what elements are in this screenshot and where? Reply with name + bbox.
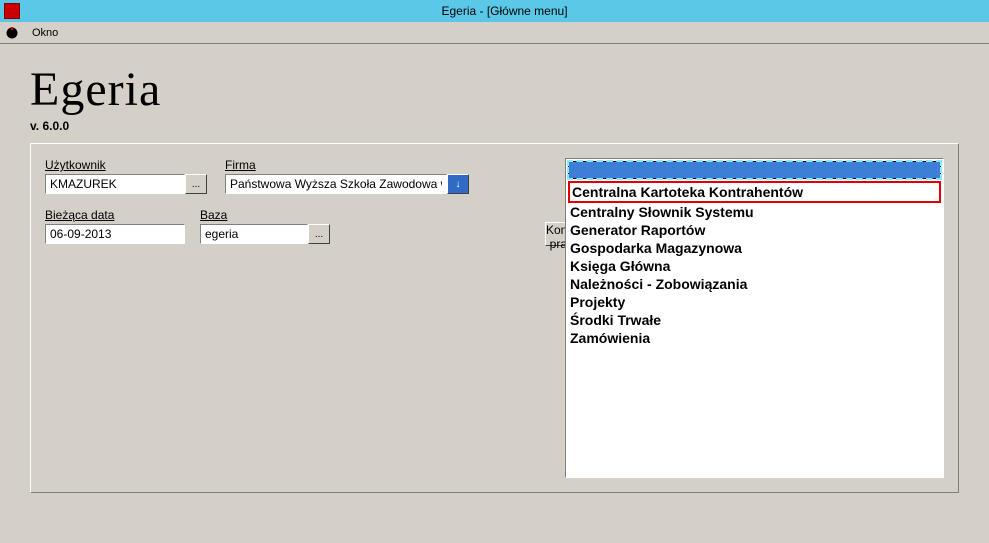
app-logo: Egeria [30,62,959,117]
date-input[interactable] [45,224,185,244]
menu-okno[interactable]: Okno [24,25,66,41]
app-icon [4,3,20,19]
db-label: Baza [200,208,330,222]
module-item[interactable]: Środki Trwałe [566,311,943,329]
left-column: Użytkownik ... Firma ↓ Bieżąca data [45,158,565,478]
module-item[interactable]: Zamówienia [566,329,943,347]
company-dropdown-button[interactable]: ↓ [447,174,469,194]
module-item[interactable]: Centralny Słownik Systemu [566,203,943,221]
user-label: Użytkownik [45,158,210,172]
module-item[interactable]: Projekty [566,293,943,311]
module-item[interactable]: Generator Raportów [566,221,943,239]
user-browse-button[interactable]: ... [185,174,207,194]
company-label: Firma [225,158,485,172]
company-input[interactable] [225,174,447,194]
menu-bar: Okno [0,22,989,44]
menu-icon [4,25,20,41]
module-selected-blank[interactable] [568,161,941,179]
db-input[interactable] [200,224,308,244]
window-title: Egeria - [Główne menu] [20,4,989,18]
user-input[interactable] [45,174,185,194]
db-browse-button[interactable]: ... [308,224,330,244]
module-item[interactable]: Gospodarka Magazynowa [566,239,943,257]
main-panel: Użytkownik ... Firma ↓ Bieżąca data [30,143,959,493]
content-area: Egeria v. 6.0.0 Użytkownik ... Firma ↓ [0,44,989,511]
date-label: Bieżąca data [45,208,185,222]
module-item[interactable]: Centralna Kartoteka Kontrahentów [568,181,941,203]
app-version: v. 6.0.0 [30,119,959,133]
module-item[interactable]: Należności - Zobowiązania [566,275,943,293]
module-list[interactable]: Centralna Kartoteka KontrahentówCentraln… [565,158,944,478]
title-bar: Egeria - [Główne menu] [0,0,989,22]
module-item[interactable]: Księga Główna [566,257,943,275]
